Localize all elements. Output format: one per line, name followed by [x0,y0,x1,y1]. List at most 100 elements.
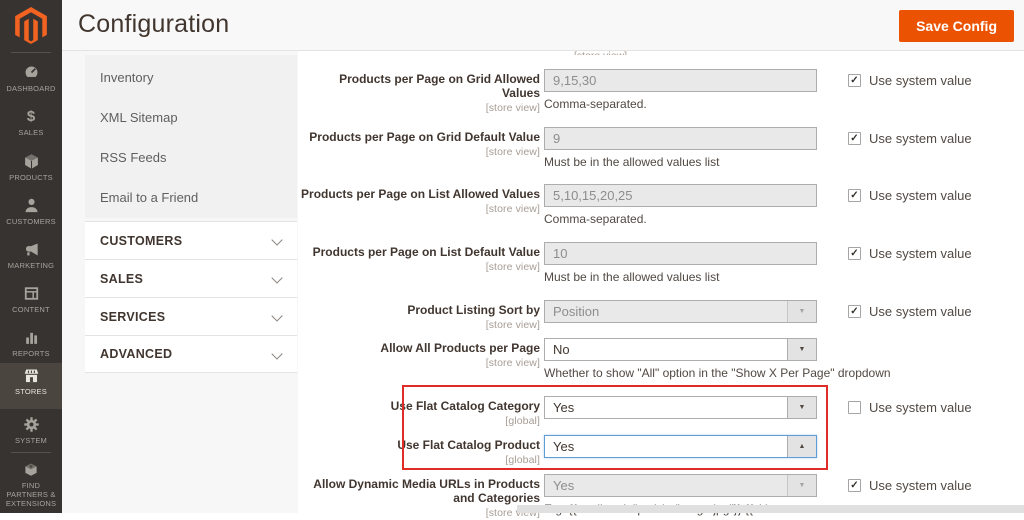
dashboard-gauge-icon [23,64,40,81]
magento-logo-icon[interactable] [15,7,47,44]
chevron-down-icon [271,348,283,360]
use-system-value-checkbox[interactable]: ✓ [848,74,861,87]
page-header: Configuration Save Config [62,0,1024,51]
field-label: Use Flat Catalog Category [global] [300,399,540,428]
chevron-down-icon[interactable]: ▼ [787,475,816,496]
use-system-value-checkbox[interactable]: ✓ [848,305,861,318]
field-label: Products per Page on Grid Allowed Values… [300,72,540,115]
field-label: Use Flat Catalog Product [global] [300,438,540,467]
use-system-value-checkbox[interactable] [848,401,861,414]
chevron-up-icon[interactable]: ▲ [787,436,816,457]
use-system-value-control[interactable]: ✓ Use system value [848,478,972,493]
field-label: Products per Page on List Default Value … [300,245,540,274]
sidebar-item-sales[interactable]: $ SALES [0,104,62,141]
form-row: Products per Page on List Default Value … [300,242,1024,284]
use-system-value-control[interactable]: ✓ Use system value [848,304,972,319]
list-default-value-input[interactable] [544,242,817,265]
bar-chart-icon [23,329,40,346]
field-note: Must be in the allowed values list [544,155,720,169]
field-label: Product Listing Sort by [store view] [300,303,540,332]
scope-label: [store view] [485,357,540,369]
page-title: Configuration [78,10,230,38]
sidebar-item-find-partners-extensions[interactable]: FIND PARTNERS & EXTENSIONS [0,458,62,512]
use-system-value-checkbox[interactable]: ✓ [848,479,861,492]
sidebar-item-stores[interactable]: STORES [0,363,62,409]
package-icon [23,462,39,478]
chevron-down-icon[interactable]: ▼ [787,339,816,360]
grid-allowed-values-input[interactable] [544,69,817,92]
field-note: Must be in the allowed values list [544,270,720,284]
form-row: Allow Dynamic Media URLs in Products and… [300,474,1024,519]
use-flat-catalog-product-select[interactable]: Yes ▲ [544,435,817,458]
chevron-down-icon[interactable]: ▼ [787,301,816,322]
sidebar-item-system[interactable]: SYSTEM [0,412,62,449]
form-row: Products per Page on Grid Allowed Values… [300,69,1024,114]
config-subnav: Inventory XML Sitemap RSS Feeds Email to… [85,55,297,218]
dollar-icon: $ [26,108,36,125]
field-note: Comma-separated. [544,212,647,226]
use-system-value-control[interactable]: ✓ Use system value [848,246,972,261]
use-system-value-label: Use system value [869,188,972,203]
use-system-value-control[interactable]: Use system value [848,400,972,415]
sidebar-divider [11,452,51,453]
storefront-icon [23,367,40,384]
subnav-item-rss-feeds[interactable]: RSS Feeds [85,138,297,178]
config-section-sales[interactable]: SALES [85,259,297,297]
scope-label: [global] [505,415,540,427]
sidebar-item-reports[interactable]: REPORTS [0,325,62,362]
scope-label: [store view] [485,102,540,114]
use-system-value-checkbox[interactable]: ✓ [848,132,861,145]
use-system-value-control[interactable]: ✓ Use system value [848,131,972,146]
admin-sidebar: DASHBOARD $ SALES PRODUCTS CUSTOMERS MAR… [0,0,62,513]
scope-label: [store view] [485,507,540,519]
field-label: Products per Page on List Allowed Values… [301,187,540,215]
field-note: Comma-separated. [544,97,647,111]
scope-label: [store view] [485,146,540,158]
use-flat-catalog-category-select[interactable]: Yes ▼ [544,396,817,419]
grid-default-value-input[interactable] [544,127,817,150]
config-section-services[interactable]: SERVICES [85,297,297,335]
form-row: Product Listing Sort by [store view] Pos… [300,300,1024,334]
allow-all-products-per-page-select[interactable]: No ▼ [544,338,817,361]
use-system-value-label: Use system value [869,304,972,319]
use-system-value-control[interactable]: ✓ Use system value [848,73,972,88]
config-section-advanced[interactable]: ADVANCED [85,335,297,373]
field-note: Whether to show "All" option in the "Sho… [544,366,891,380]
next-field-partial [517,505,1024,513]
gear-icon [23,416,40,433]
save-config-button[interactable]: Save Config [899,10,1014,42]
chevron-down-icon[interactable]: ▼ [787,397,816,418]
use-system-value-control[interactable]: ✓ Use system value [848,188,972,203]
use-system-value-label: Use system value [869,400,972,415]
sidebar-item-products[interactable]: PRODUCTS [0,149,62,186]
field-label: Allow All Products per Page [store view] [300,341,540,370]
use-system-value-label: Use system value [869,246,972,261]
form-row: Allow All Products per Page [store view]… [300,338,1024,380]
use-system-value-checkbox[interactable]: ✓ [848,247,861,260]
use-system-value-label: Use system value [869,73,972,88]
product-listing-sort-by-select[interactable]: Position ▼ [544,300,817,323]
scope-label: [store view] [485,203,540,215]
field-label: Products per Page on Grid Default Value … [300,130,540,159]
use-system-value-checkbox[interactable]: ✓ [848,189,861,202]
scope-label: [store view] [485,319,540,331]
form-row: Products per Page on Grid Default Value … [300,127,1024,169]
form-row: Use Flat Catalog Product [global] Yes ▲ [300,435,1024,469]
field-label: Allow Dynamic Media URLs in Products and… [300,477,540,520]
subnav-item-email-to-a-friend[interactable]: Email to a Friend [85,178,297,218]
sidebar-divider [11,52,51,53]
chevron-down-icon [271,272,283,284]
layout-icon [23,285,40,302]
config-section-customers[interactable]: CUSTOMERS [85,221,297,259]
sidebar-item-marketing[interactable]: MARKETING [0,237,62,274]
megaphone-icon [23,241,40,258]
scope-label: [global] [505,454,540,466]
subnav-item-inventory[interactable]: Inventory [85,58,297,98]
sidebar-item-customers[interactable]: CUSTOMERS [0,193,62,230]
sidebar-item-content[interactable]: CONTENT [0,281,62,318]
sidebar-item-dashboard[interactable]: DASHBOARD [0,60,62,97]
allow-dynamic-media-urls-select[interactable]: Yes ▼ [544,474,817,497]
person-icon [23,197,40,214]
list-allowed-values-input[interactable] [544,184,817,207]
subnav-item-xml-sitemap[interactable]: XML Sitemap [85,98,297,138]
